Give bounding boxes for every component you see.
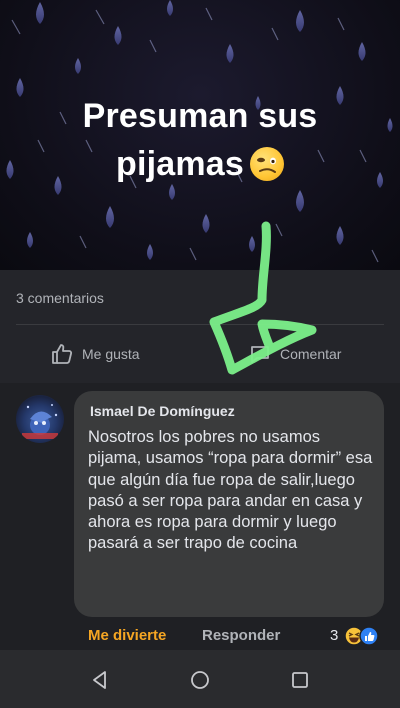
zany-face-emoji-icon bbox=[250, 147, 285, 181]
like-label: Me gusta bbox=[82, 346, 140, 362]
post-stats: 3 comentarios bbox=[0, 270, 400, 325]
post-title-line2-text: pijamas bbox=[115, 145, 245, 183]
post-title: Presuman sus pijamas bbox=[0, 92, 400, 188]
reaction-count[interactable]: 3 bbox=[330, 627, 338, 644]
reply-button[interactable]: Responder bbox=[202, 627, 280, 644]
comment-button[interactable]: Comentar bbox=[248, 341, 341, 367]
comment-section: Ismael De Domínguez Nosotros los pobres … bbox=[0, 383, 400, 650]
like-button[interactable]: Me gusta bbox=[50, 341, 140, 367]
recents-icon[interactable] bbox=[288, 668, 312, 692]
like-icon bbox=[359, 626, 379, 646]
reaction-icons[interactable] bbox=[344, 625, 384, 647]
home-icon[interactable] bbox=[188, 668, 212, 692]
thumbs-up-icon bbox=[52, 344, 73, 364]
comment-icon bbox=[251, 346, 269, 363]
comment-author[interactable]: Ismael De Domínguez bbox=[90, 403, 235, 419]
post-title-line2: pijamas bbox=[0, 140, 400, 188]
reaction-button[interactable]: Me divierte bbox=[88, 627, 166, 644]
action-bar: Me gusta Comentar bbox=[0, 325, 400, 383]
system-navbar bbox=[0, 650, 400, 708]
comment-label: Comentar bbox=[280, 346, 342, 362]
post-title-line1: Presuman sus bbox=[82, 97, 318, 135]
comment-text: Nosotros los pobres no usamos pijama, us… bbox=[88, 428, 373, 553]
post-image[interactable]: Presuman sus pijamas bbox=[0, 0, 400, 270]
comment-actions: Me divierte Responder 3 bbox=[0, 625, 400, 649]
back-icon[interactable] bbox=[88, 668, 112, 692]
comment-count[interactable]: 3 comentarios bbox=[16, 290, 104, 306]
avatar[interactable] bbox=[16, 395, 64, 443]
comment-bubble[interactable]: Ismael De Domínguez Nosotros los pobres … bbox=[74, 391, 384, 617]
